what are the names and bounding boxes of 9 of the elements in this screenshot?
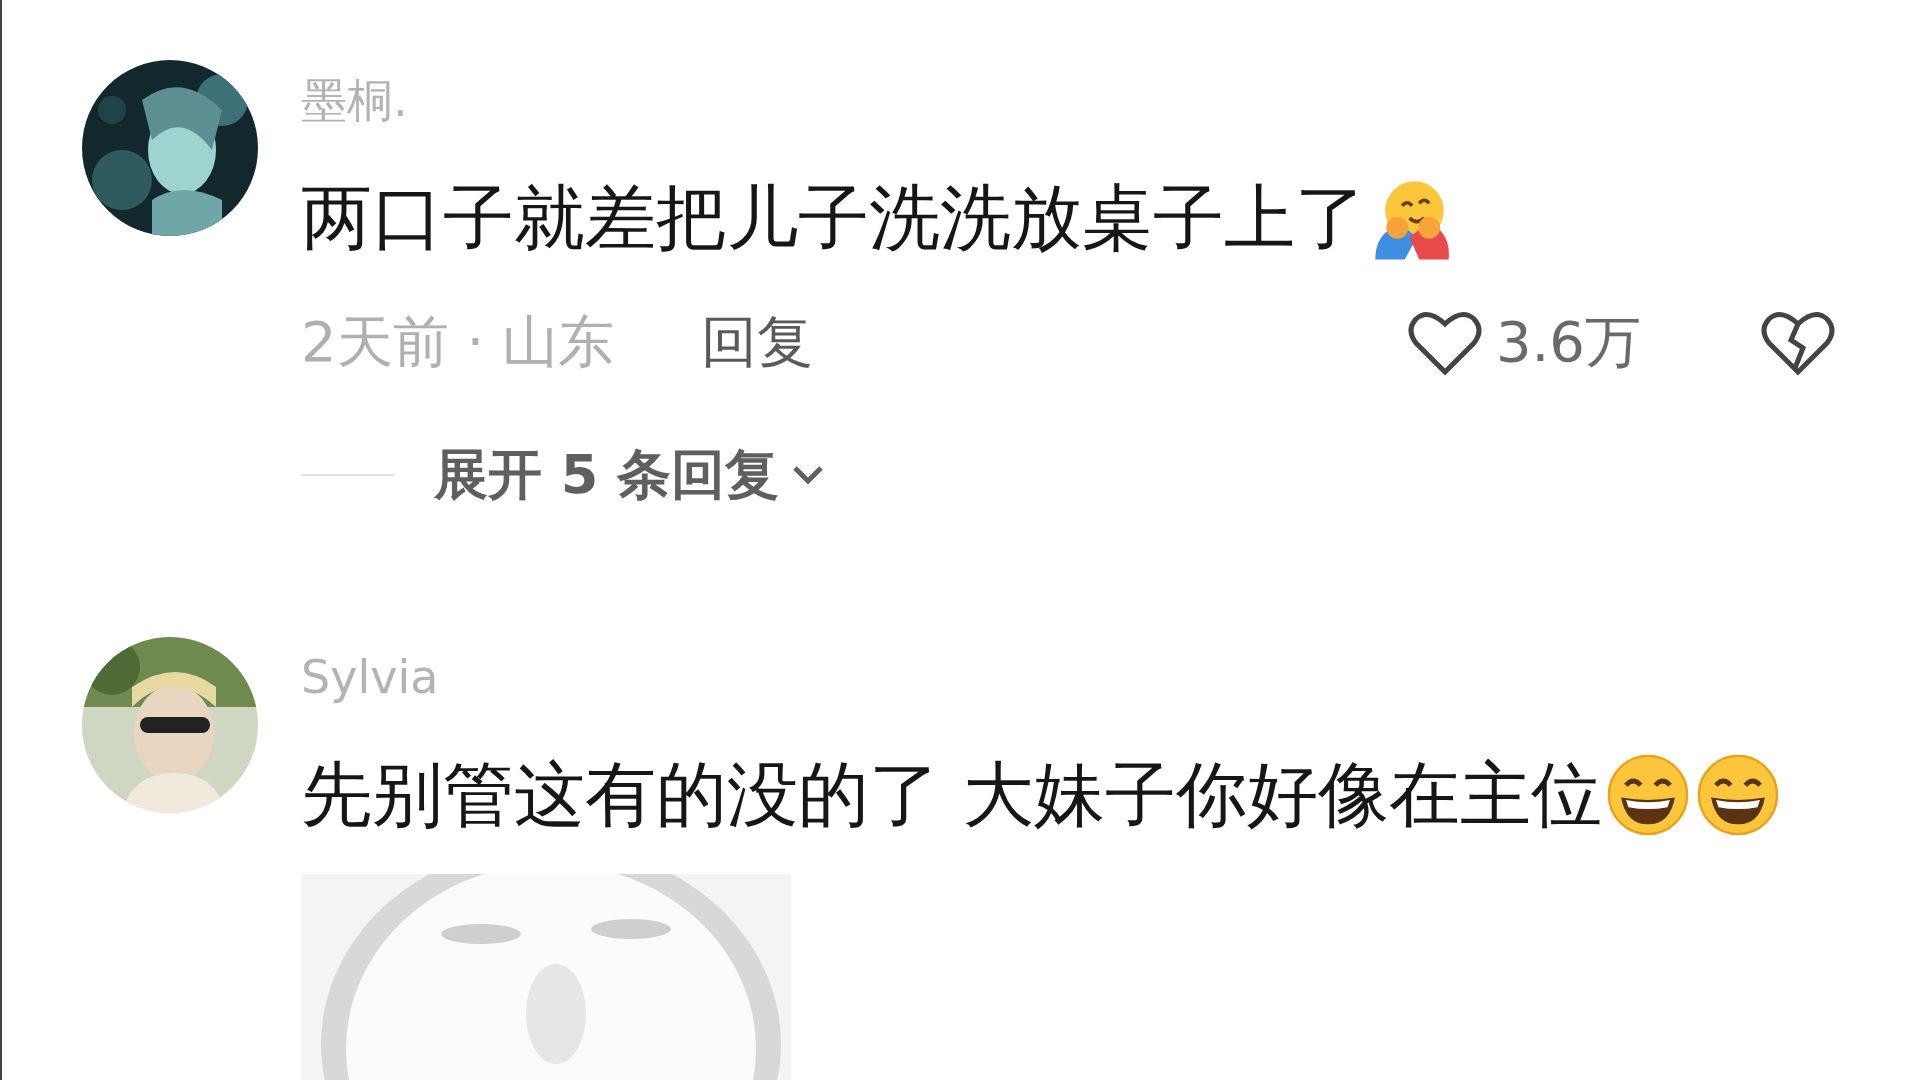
timestamp-location: 2天前 · 山东 [301, 308, 615, 376]
reply-button[interactable]: 回复 [701, 305, 814, 381]
chevron-down-icon [791, 464, 826, 486]
comment-text: 两口子就差把儿子洗洗放桌子上了 [301, 176, 1366, 260]
heart-icon[interactable] [1407, 310, 1482, 376]
expand-replies-button[interactable]: 展开 5 条回复 [434, 438, 826, 512]
like-count: 3.6万 [1495, 308, 1641, 376]
comment-text: 先别管这有的没的了 大妹子你好像在主位 [301, 753, 1602, 837]
broken-heart-icon[interactable] [1761, 310, 1835, 376]
